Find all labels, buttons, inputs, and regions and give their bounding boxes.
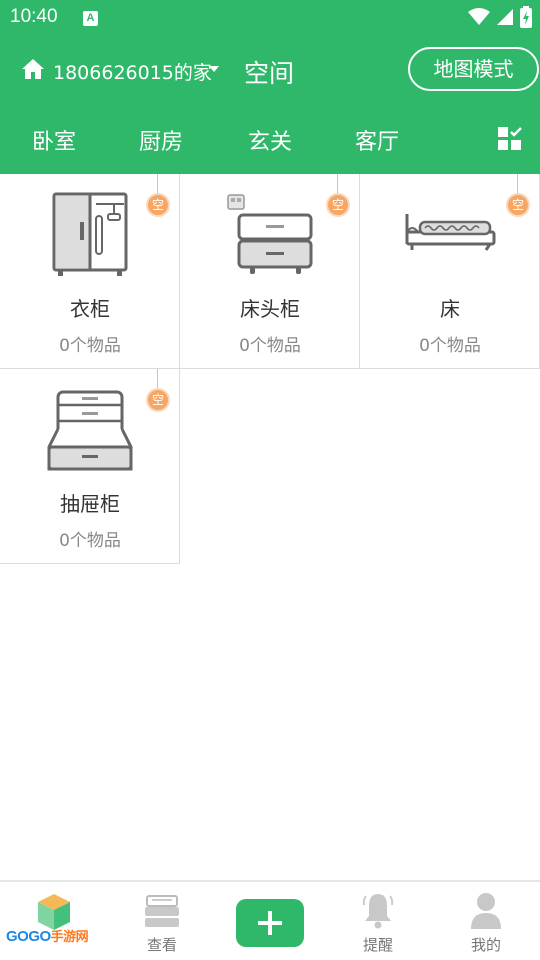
- view-stack-icon: [145, 895, 179, 927]
- status-bar: 10:40 A: [0, 0, 540, 36]
- notification-icon: A: [83, 11, 98, 26]
- map-mode-button[interactable]: 地图模式: [408, 47, 539, 91]
- empty-badge: 空: [326, 174, 350, 218]
- nav-label: 查看: [146, 936, 177, 954]
- tab-entryway[interactable]: 玄关: [248, 124, 292, 156]
- top-header: 1806626015的家 空间 地图模式 卧室 厨房 玄关 客厅: [0, 36, 540, 174]
- home-selector[interactable]: 1806626015的家: [53, 58, 212, 85]
- status-icons: [468, 6, 532, 28]
- furniture-name: 衣柜: [70, 297, 110, 321]
- user-icon: [471, 893, 501, 929]
- nav-view[interactable]: 查看: [108, 882, 216, 960]
- bottom-nav: GOGO手游网 查看 提醒 我的: [0, 880, 540, 960]
- plus-icon: [258, 911, 282, 935]
- nav-label: 提醒: [362, 936, 393, 954]
- home-icon: [22, 59, 44, 79]
- tab-bedroom[interactable]: 卧室: [32, 124, 76, 156]
- page-title: 空间: [244, 59, 295, 88]
- nav-profile[interactable]: 我的: [432, 882, 540, 960]
- signal-icon: [497, 9, 513, 25]
- chevron-down-icon[interactable]: [209, 66, 219, 72]
- bell-icon: [362, 894, 394, 929]
- furniture-card-drawer-cabinet[interactable]: 空 抽屉柜 0个物品: [0, 369, 180, 564]
- tab-kitchen[interactable]: 厨房: [139, 124, 183, 156]
- nav-reminder[interactable]: 提醒: [324, 882, 432, 960]
- room-manage-icon[interactable]: [497, 126, 523, 152]
- add-button[interactable]: [236, 899, 304, 947]
- furniture-name: 抽屉柜: [60, 492, 120, 516]
- furniture-card-bed[interactable]: 空 床 0个物品: [360, 174, 540, 369]
- furniture-card-wardrobe[interactable]: 空 衣柜 0个物品: [0, 174, 180, 369]
- nav-label: 我的: [470, 936, 501, 954]
- empty-badge: 空: [146, 369, 170, 413]
- status-time: 10:40: [10, 6, 58, 27]
- empty-badge: 空: [506, 174, 530, 218]
- item-count: 0个物品: [239, 336, 301, 356]
- nav-space[interactable]: GOGO手游网: [0, 882, 108, 960]
- furniture-card-nightstand[interactable]: 空 床头柜 0个物品: [180, 174, 360, 369]
- item-count: 0个物品: [419, 336, 481, 356]
- item-count: 0个物品: [59, 531, 121, 551]
- tab-living-room[interactable]: 客厅: [355, 124, 399, 156]
- empty-badge: 空: [146, 174, 170, 218]
- battery-icon: [520, 6, 532, 28]
- furniture-name: 床头柜: [240, 297, 300, 321]
- item-count: 0个物品: [59, 336, 121, 356]
- room-tabs: 卧室 厨房 玄关 客厅: [0, 118, 540, 164]
- watermark-logo: GOGO手游网: [6, 928, 89, 945]
- furniture-name: 床: [440, 297, 460, 321]
- wifi-icon: [468, 8, 490, 25]
